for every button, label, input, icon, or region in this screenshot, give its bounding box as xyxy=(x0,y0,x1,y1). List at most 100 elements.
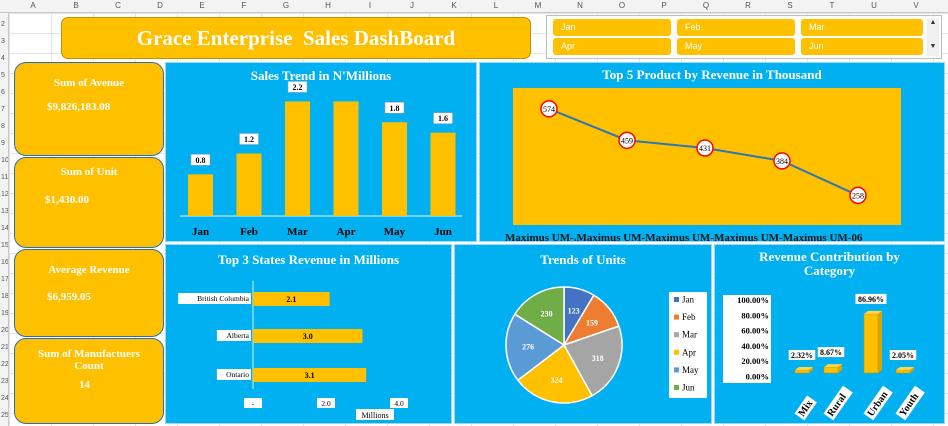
slice-label: 276 xyxy=(522,343,534,352)
panel-sales-trend: Sales Trend in N'Millions 0.8 Jan 1.2 Feb 2.… xyxy=(165,62,477,242)
sales-trend-chart: 0.8 Jan 1.2 Feb 2.2 Mar Apr 1.8 May 1.6 Jun xyxy=(180,81,462,238)
slicer-item-may[interactable]: May xyxy=(677,38,795,55)
column-header[interactable]: L xyxy=(494,1,498,10)
row-header[interactable]: 21 xyxy=(1,344,8,351)
revenue-category-chart: 100.00% 80.00% 60.00% 40.00% 20.00% 0.00% 2.32… xyxy=(723,293,925,423)
row-header[interactable]: 14 xyxy=(1,225,8,232)
row-header[interactable]: 22 xyxy=(1,361,8,368)
row-header[interactable]: 15 xyxy=(1,242,8,249)
tick-label: 2.0 xyxy=(321,399,331,408)
category-label: Ontario xyxy=(226,370,249,379)
product-axis-labels: Maximus UM-.Maximus UM-Maximus UM-Maximu… xyxy=(505,232,863,244)
column-header[interactable]: Q xyxy=(703,1,709,10)
category-label: Jan xyxy=(192,226,209,238)
slicer-item-feb[interactable]: Feb xyxy=(677,19,795,36)
column-header[interactable]: S xyxy=(787,1,792,10)
column-header[interactable]: G xyxy=(283,1,289,10)
bar-side xyxy=(878,310,882,373)
top-products-chart: 574 459 431 384 258 xyxy=(513,88,901,225)
panel-units-trend: Trends of Units 123 159 318 324 276 230 Jan Feb… xyxy=(454,244,712,424)
row-header[interactable]: 13 xyxy=(1,208,8,215)
row-header[interactable]: 6 xyxy=(1,89,5,96)
scroll-up-icon[interactable]: ▲ xyxy=(927,18,939,26)
row-header[interactable]: 7 xyxy=(1,106,5,113)
column-header[interactable]: I xyxy=(369,1,371,10)
column-header[interactable]: O xyxy=(619,1,625,10)
kpi-sum-of-unit: Sum of Unit $1,430.00 xyxy=(14,157,164,248)
row-header[interactable]: 24 xyxy=(1,395,8,402)
row-header[interactable]: 17 xyxy=(1,276,8,283)
row-header[interactable]: 11 xyxy=(1,174,8,181)
row-header[interactable]: 10 xyxy=(1,157,8,164)
slicer-item-jun[interactable]: Jun xyxy=(801,38,923,55)
column-header[interactable]: F xyxy=(242,1,247,10)
panel-revenue-category: Revenue Contribution by Category 100.00%… xyxy=(714,244,945,424)
column-headers: A B C D E F G H I J K L M N O P Q R S T U V xyxy=(0,0,948,13)
slicer-item-jan[interactable]: Jan xyxy=(553,19,671,36)
column-header[interactable]: K xyxy=(451,1,456,10)
panel-top-products: Top 5 Product by Revenue in Thousand 574… xyxy=(479,62,945,242)
column-header[interactable]: N xyxy=(577,1,583,10)
row-header[interactable]: 3 xyxy=(1,38,5,45)
legend-swatch xyxy=(674,385,679,390)
slice-label: 123 xyxy=(568,306,580,315)
legend-swatch xyxy=(674,314,679,320)
column-header[interactable]: M xyxy=(535,1,542,10)
legend-entry: Feb xyxy=(682,312,696,322)
bar xyxy=(188,174,213,216)
month-slicer[interactable]: Jan Feb Mar Apr May Jun ▲ ▼ xyxy=(546,15,942,59)
category-label: Jun xyxy=(434,226,452,238)
column-header[interactable]: P xyxy=(661,1,666,10)
category-label: Feb xyxy=(240,226,258,238)
legend-swatch xyxy=(674,332,679,338)
units-pie-chart: 123 159 318 324 276 230 Jan Feb Mar Apr May Jun xyxy=(505,286,707,404)
column-header[interactable]: D xyxy=(157,1,163,10)
data-label: 1.2 xyxy=(244,135,254,144)
row-header[interactable]: 9 xyxy=(1,140,5,147)
row-header[interactable]: 23 xyxy=(1,378,8,385)
row-header[interactable]: 20 xyxy=(1,327,8,334)
kpi-label: Sum of Avenue xyxy=(53,77,125,89)
legend-swatch xyxy=(674,349,679,355)
y-axis-box xyxy=(723,295,771,383)
slicer-item-mar[interactable]: Mar xyxy=(801,19,923,36)
data-label: 1.8 xyxy=(390,104,400,113)
column-header[interactable]: C xyxy=(115,1,121,10)
row-header[interactable]: 12 xyxy=(1,191,8,198)
bar xyxy=(333,101,359,216)
row-header[interactable]: 18 xyxy=(1,293,8,300)
data-label: 2.2 xyxy=(293,83,303,92)
row-header[interactable]: 25 xyxy=(1,412,8,419)
row-header[interactable]: 2 xyxy=(1,21,5,28)
column-header[interactable]: R xyxy=(745,1,751,10)
data-label: 1.6 xyxy=(438,114,448,123)
row-header[interactable]: 8 xyxy=(1,123,5,130)
column-header[interactable]: J xyxy=(410,1,414,10)
bar xyxy=(895,369,911,374)
bar xyxy=(236,153,262,216)
data-label: 431 xyxy=(699,144,711,153)
data-label: 0.8 xyxy=(196,156,206,165)
row-header[interactable]: 5 xyxy=(1,72,5,79)
bar xyxy=(794,369,810,374)
slicer-scrollbar[interactable]: ▲ ▼ xyxy=(927,18,939,56)
tick-label: 4.0 xyxy=(394,399,404,408)
tick-label: 0.00% xyxy=(746,372,769,382)
legend-swatch xyxy=(674,297,679,302)
legend-entry: Mar xyxy=(682,330,697,340)
row-header[interactable]: 16 xyxy=(1,259,8,266)
column-header[interactable]: A xyxy=(30,1,35,10)
row-header[interactable]: 19 xyxy=(1,310,8,317)
column-header[interactable]: V xyxy=(913,1,918,10)
column-header[interactable]: H xyxy=(325,1,331,10)
slicer-item-apr[interactable]: Apr xyxy=(553,38,671,55)
data-label: 574 xyxy=(543,105,555,114)
column-header[interactable]: B xyxy=(73,1,78,10)
kpi-label: Sum of Manufactuers Count xyxy=(37,348,141,372)
column-header[interactable]: E xyxy=(199,1,204,10)
scroll-down-icon[interactable]: ▼ xyxy=(927,42,939,50)
column-header[interactable]: U xyxy=(871,1,877,10)
top-states-chart: 2.1British Columbia3.0Alberta3.1Ontario-… xyxy=(178,281,408,420)
row-header[interactable]: 4 xyxy=(1,55,5,62)
column-header[interactable]: T xyxy=(830,1,835,10)
